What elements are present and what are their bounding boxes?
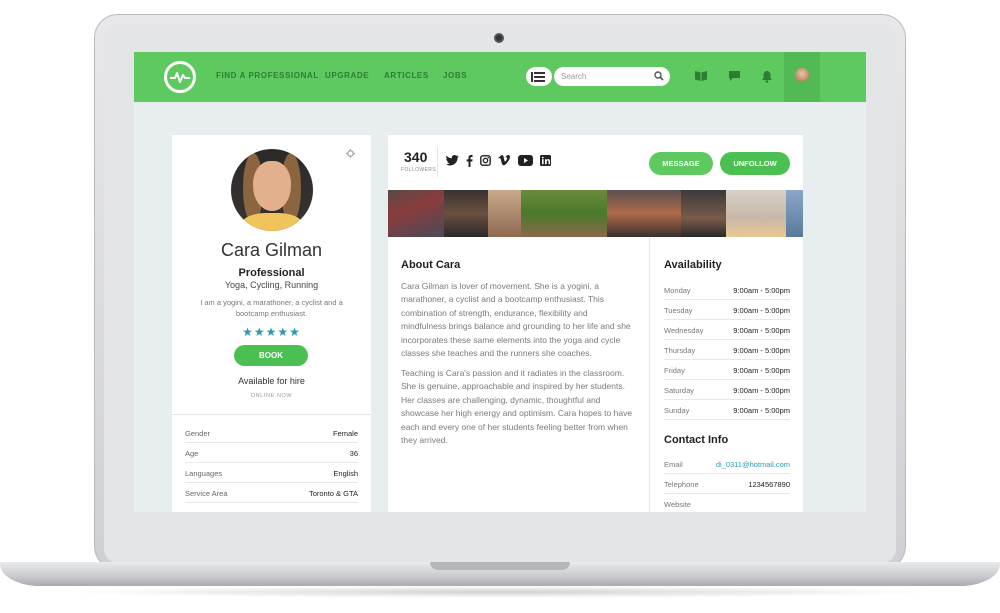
contact-label: Telephone: [664, 480, 699, 489]
email-link[interactable]: di_0311@hotmail.com: [716, 460, 790, 469]
profile-role: Professional: [238, 267, 305, 279]
hours-value: 9:00am - 5:00pm: [733, 286, 790, 295]
profile-bio: I am a yogini, a marathoner, a cyclist a…: [200, 298, 343, 318]
gallery-photo-7[interactable]: [726, 190, 786, 237]
search-icon[interactable]: [654, 71, 664, 81]
availability-row: Friday 9:00am - 5:00pm: [664, 360, 790, 380]
search-box: [554, 67, 670, 86]
book-button[interactable]: BOOK: [234, 345, 308, 366]
availability-row: Sunday 9:00am - 5:00pm: [664, 400, 790, 420]
availability-row: Wednesday 9:00am - 5:00pm: [664, 320, 790, 340]
photo-gallery: [388, 190, 803, 237]
message-button[interactable]: MESSAGE: [649, 152, 713, 175]
hire-status: Available for hire: [238, 376, 305, 386]
day-label: Friday: [664, 366, 685, 375]
availability-row: Saturday 9:00am - 5:00pm: [664, 380, 790, 400]
followers-count: 340: [404, 149, 428, 165]
gallery-photo-1[interactable]: [388, 190, 444, 237]
screen: FIND A PROFESSIONAL UPGRADE ARTICLES JOB…: [134, 52, 866, 512]
detail-row-age: Age 36: [185, 443, 358, 463]
detail-row-service-area: Service Area Toronto & GTA: [185, 483, 358, 503]
linkedin-icon[interactable]: [540, 155, 551, 166]
contact-value: 1234567890: [748, 480, 790, 489]
laptop-notch: [430, 562, 570, 570]
detail-value: Female: [332, 429, 358, 438]
chat-icon[interactable]: [728, 70, 741, 82]
youtube-icon[interactable]: [518, 155, 533, 166]
day-label: Wednesday: [664, 326, 704, 335]
availability-row: Monday 9:00am - 5:00pm: [664, 280, 790, 300]
day-label: Tuesday: [664, 306, 693, 315]
contact-label: Email: [664, 460, 683, 469]
divider: [649, 237, 650, 512]
gallery-photo-5[interactable]: [607, 190, 681, 237]
about-paragraph: Teaching is Cara's passion and it radiat…: [401, 368, 633, 446]
contact-row-email: Email di_0311@hotmail.com: [664, 454, 790, 474]
detail-value: Toronto & GTA: [308, 489, 358, 498]
followers-label: FOLLOWERS: [401, 167, 436, 173]
detail-row-languages: Languages English: [185, 463, 358, 483]
vimeo-icon[interactable]: [498, 155, 510, 166]
profile-card: Cara Gilman Professional Yoga, Cycling, …: [172, 135, 371, 512]
online-status: ONLINE NOW: [250, 393, 293, 399]
book-icon[interactable]: [694, 70, 708, 82]
nav-jobs[interactable]: JOBS: [443, 71, 467, 80]
day-label: Saturday: [664, 386, 695, 395]
profile-name: Cara Gilman: [220, 240, 323, 260]
avatar: [795, 68, 809, 82]
profile-tags: Yoga, Cycling, Running: [224, 280, 319, 290]
contact-row-telephone: Telephone 1234567890: [664, 474, 790, 494]
gallery-photo-2[interactable]: [444, 190, 488, 237]
availability-title: Availability: [664, 259, 722, 271]
hours-value: 9:00am - 5:00pm: [733, 306, 790, 315]
instagram-icon[interactable]: [480, 155, 491, 166]
nav-upgrade[interactable]: UPGRADE: [325, 71, 369, 80]
about-title: About Cara: [401, 259, 461, 271]
laptop-shadow: [60, 586, 940, 598]
nav-find-a-professional[interactable]: FIND A PROFESSIONAL: [216, 71, 319, 80]
detail-label: Service Area: [185, 489, 228, 498]
gallery-photo-6[interactable]: [681, 190, 726, 237]
hours-value: 9:00am - 5:00pm: [733, 346, 790, 355]
facebook-icon[interactable]: [466, 155, 473, 167]
detail-row-gender: Gender Female: [185, 423, 358, 443]
contact-title: Contact Info: [664, 434, 729, 446]
detail-value: 36: [349, 449, 358, 458]
contact-label: Website: [664, 500, 691, 509]
day-label: Thursday: [664, 346, 696, 355]
list-icon[interactable]: [526, 67, 552, 86]
search-input[interactable]: [561, 70, 649, 83]
about-paragraph: Cara Gilman is lover of movement. She is…: [401, 281, 631, 359]
rating-stars: ★★★★★: [242, 325, 301, 339]
hours-value: 9:00am - 5:00pm: [733, 406, 790, 415]
unfollow-button[interactable]: UNFOLLOW: [720, 152, 790, 175]
main-card: 340 FOLLOWERS MESSAGE UNFOLLOW About Car…: [388, 135, 803, 512]
detail-value: English: [333, 469, 358, 478]
divider: [437, 147, 438, 177]
profile-photo: [231, 149, 313, 231]
detail-label: Age: [185, 449, 199, 458]
gallery-photo-4[interactable]: [521, 190, 607, 237]
detail-label: Gender: [185, 429, 211, 438]
hours-value: 9:00am - 5:00pm: [733, 326, 790, 335]
hours-value: 9:00am - 5:00pm: [733, 366, 790, 375]
nav-articles[interactable]: ARTICLES: [384, 71, 429, 80]
bell-icon[interactable]: [761, 70, 773, 83]
availability-row: Tuesday 9:00am - 5:00pm: [664, 300, 790, 320]
pulse-logo-icon[interactable]: [164, 61, 196, 93]
user-menu[interactable]: [784, 52, 820, 102]
twitter-icon[interactable]: [446, 155, 459, 166]
gear-icon[interactable]: [346, 149, 355, 158]
contact-row-website: Website: [664, 494, 790, 512]
top-navigation-bar: FIND A PROFESSIONAL UPGRADE ARTICLES JOB…: [134, 52, 866, 102]
day-label: Sunday: [664, 406, 690, 415]
gallery-photo-3[interactable]: [488, 190, 521, 237]
detail-label: Languages: [185, 469, 223, 478]
camera-icon: [494, 33, 504, 43]
availability-row: Thursday 9:00am - 5:00pm: [664, 340, 790, 360]
gallery-photo-8[interactable]: [786, 190, 803, 237]
hours-value: 9:00am - 5:00pm: [733, 386, 790, 395]
day-label: Monday: [664, 286, 691, 295]
divider: [172, 414, 371, 415]
